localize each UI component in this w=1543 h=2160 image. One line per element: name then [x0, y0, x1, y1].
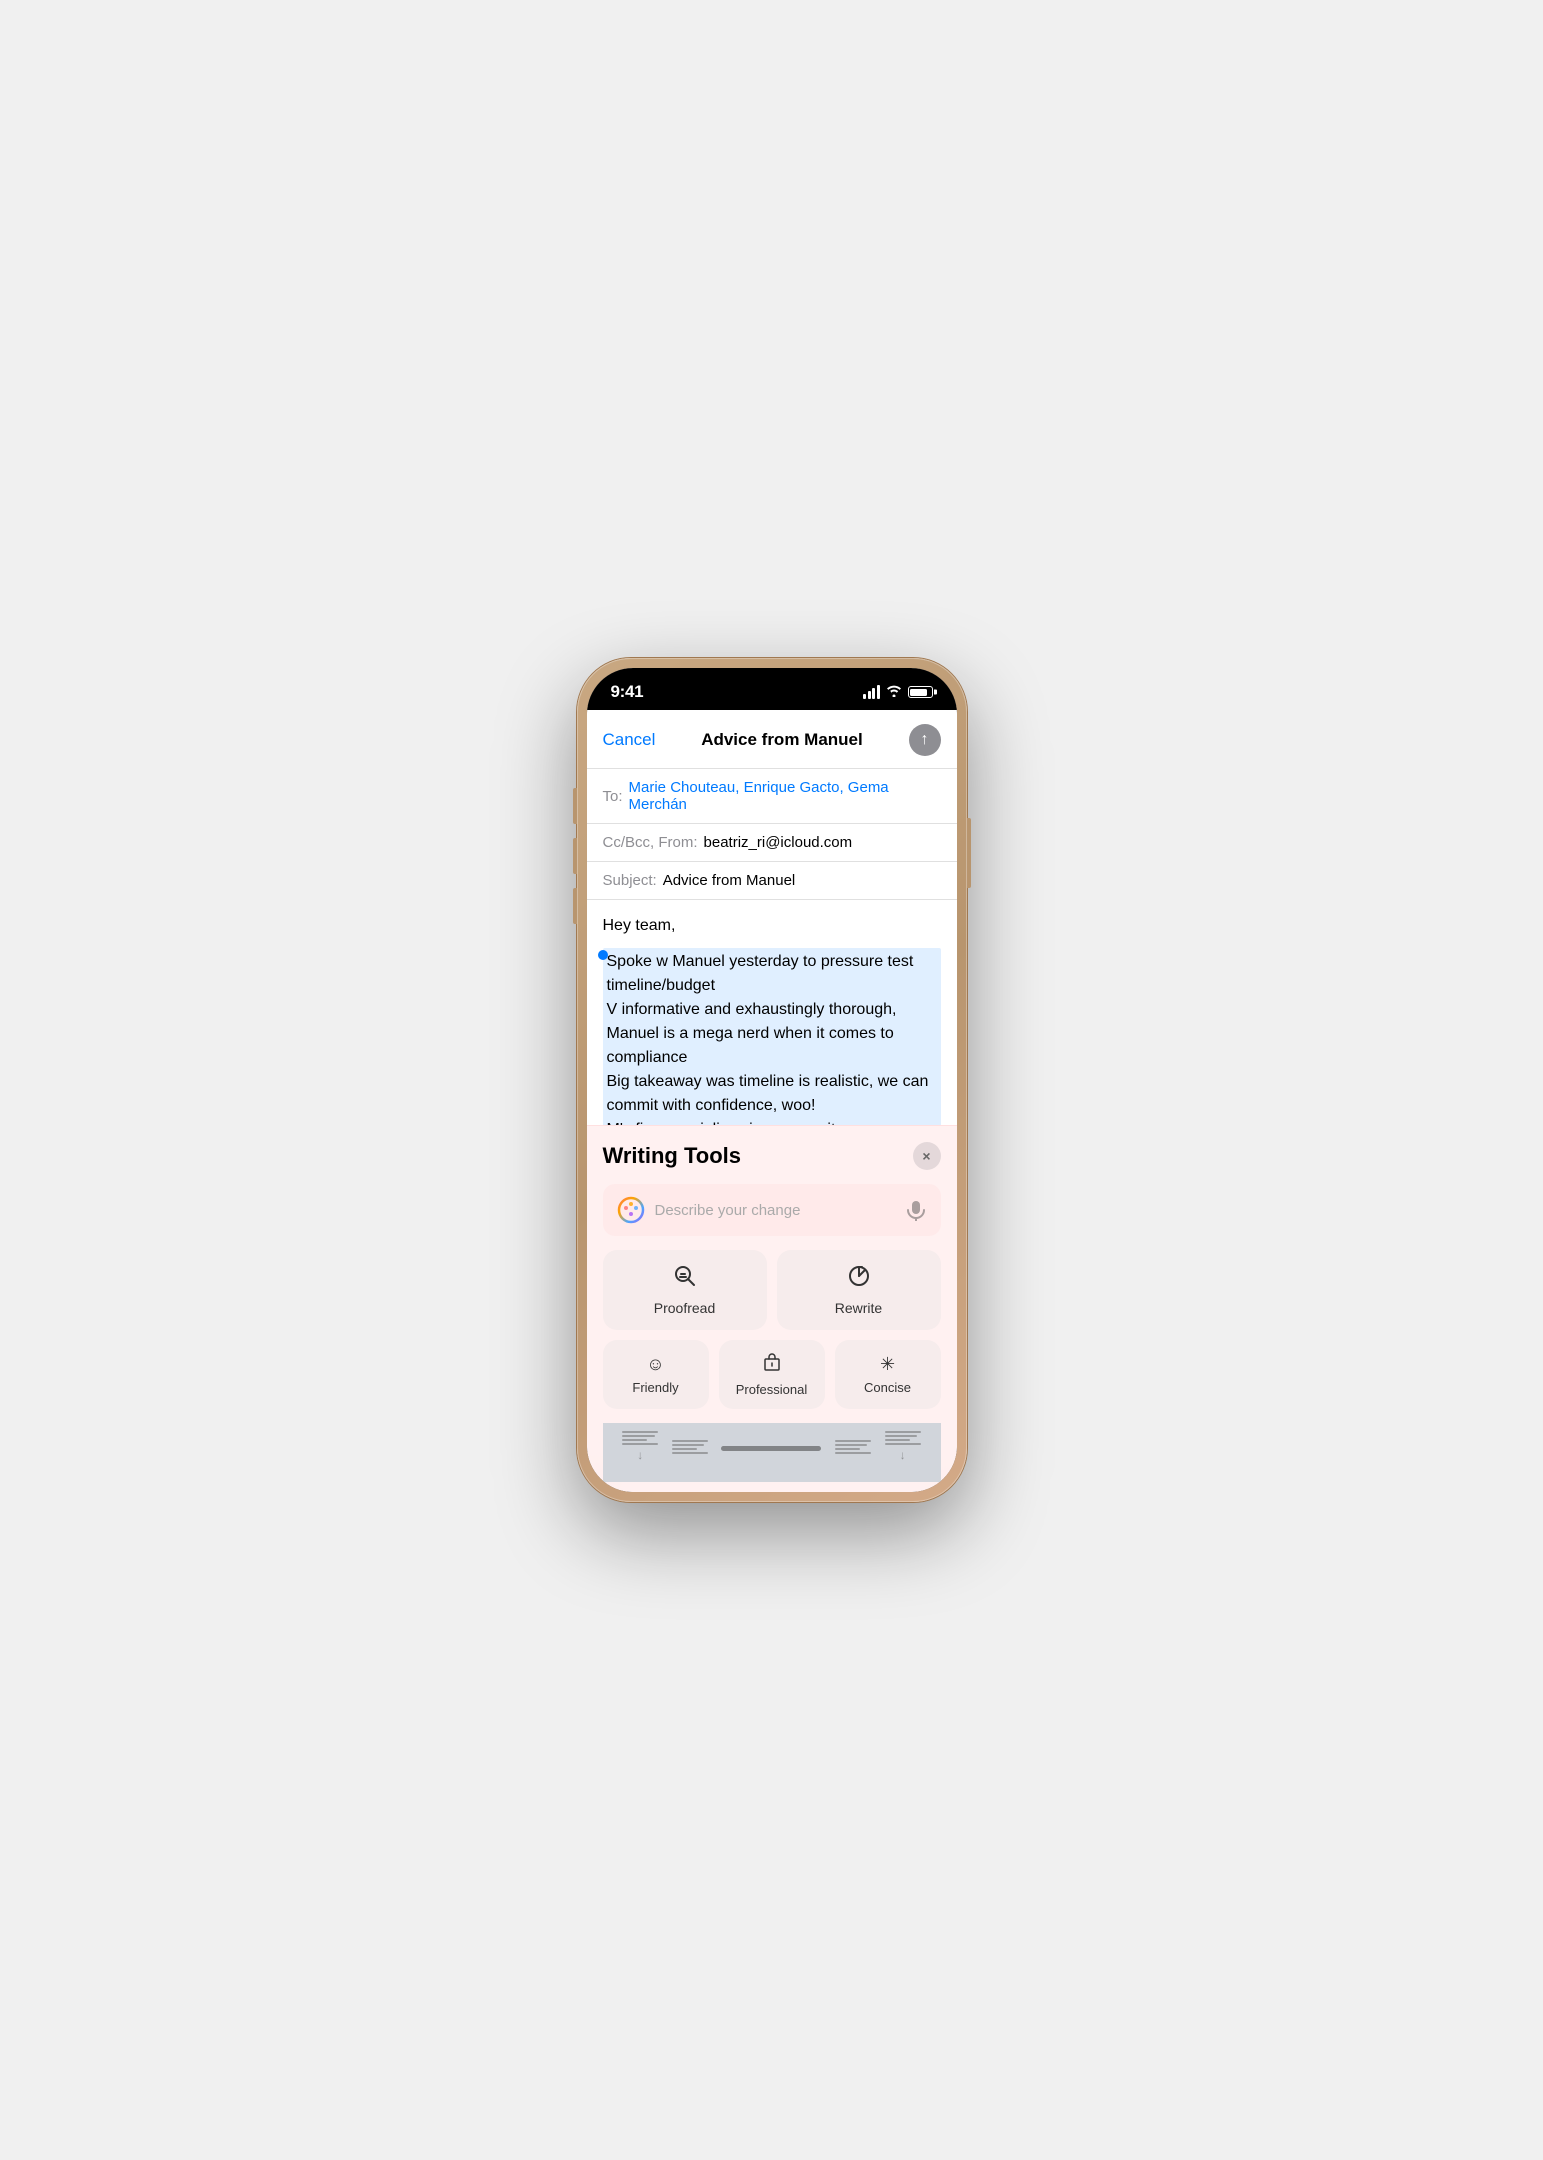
status-icons [863, 684, 933, 700]
kb-item-1[interactable]: ↓ [622, 1431, 658, 1462]
subject-value: Advice from Manuel [663, 872, 796, 889]
proofread-label: Proofread [654, 1300, 715, 1316]
apple-intelligence-icon [617, 1196, 645, 1224]
concise-label: Concise [864, 1380, 911, 1395]
friendly-icon: ☺ [646, 1354, 664, 1375]
proofread-icon [673, 1264, 697, 1294]
phone-inner: 9:41 [587, 668, 957, 1492]
text-cursor [598, 950, 608, 960]
selected-text-block[interactable]: Spoke w Manuel yesterday to pressure tes… [603, 948, 941, 1125]
kb-item-3[interactable] [835, 1440, 871, 1454]
selected-text-content: Spoke w Manuel yesterday to pressure tes… [607, 950, 937, 1125]
cc-label: Cc/Bcc, From: [603, 834, 698, 851]
compose-title: Advice from Manuel [701, 730, 863, 750]
kb-item-4[interactable]: ↓ [885, 1431, 921, 1462]
to-field[interactable]: To: Marie Chouteau, Enrique Gacto, Gema … [587, 769, 957, 824]
professional-icon [762, 1352, 782, 1377]
battery-icon [908, 686, 933, 698]
concise-icon: ✳ [880, 1354, 895, 1375]
compose-header: Cancel Advice from Manuel ↑ [587, 710, 957, 769]
wifi-icon [886, 684, 902, 700]
signal-icon [863, 685, 880, 699]
home-bar-container [721, 1438, 821, 1455]
status-time: 9:41 [611, 682, 644, 702]
rewrite-icon [847, 1264, 871, 1294]
wt-main-buttons: Proofread Rewrite [603, 1250, 941, 1330]
professional-button[interactable]: Professional [719, 1340, 825, 1409]
home-bar [721, 1446, 821, 1451]
concise-button[interactable]: ✳ Concise [835, 1340, 941, 1409]
wt-input-placeholder: Describe your change [655, 1202, 905, 1219]
proofread-button[interactable]: Proofread [603, 1250, 767, 1330]
email-greeting: Hey team, [603, 914, 941, 938]
send-button[interactable]: ↑ [909, 724, 941, 756]
subject-label: Subject: [603, 872, 657, 889]
wt-header: Writing Tools × [603, 1142, 941, 1170]
phone-screen: 9:41 [587, 668, 957, 1492]
kb-item-2[interactable] [672, 1440, 708, 1454]
mic-icon[interactable] [905, 1199, 927, 1221]
cancel-button[interactable]: Cancel [603, 730, 656, 750]
subject-field[interactable]: Subject: Advice from Manuel [587, 862, 957, 900]
wt-tone-buttons: ☺ Friendly Professional [603, 1340, 941, 1409]
email-body[interactable]: Hey team, Spoke w Manuel yesterday to pr… [587, 900, 957, 1125]
rewrite-button[interactable]: Rewrite [777, 1250, 941, 1330]
cc-field[interactable]: Cc/Bcc, From: beatriz_ri@icloud.com [587, 824, 957, 862]
to-label: To: [603, 788, 623, 805]
wt-title: Writing Tools [603, 1143, 742, 1169]
friendly-button[interactable]: ☺ Friendly [603, 1340, 709, 1409]
wt-close-button[interactable]: × [913, 1142, 941, 1170]
send-arrow-icon: ↑ [921, 731, 929, 749]
writing-tools-panel: Writing Tools × [587, 1125, 957, 1492]
rewrite-label: Rewrite [835, 1300, 882, 1316]
professional-label: Professional [736, 1382, 808, 1397]
close-icon: × [922, 1148, 930, 1164]
phone-device: 9:41 [577, 658, 967, 1502]
compose-area: Cancel Advice from Manuel ↑ To: Marie Ch… [587, 710, 957, 1125]
friendly-label: Friendly [632, 1380, 678, 1395]
cc-value: beatriz_ri@icloud.com [704, 834, 853, 851]
wt-describe-input[interactable]: Describe your change [603, 1184, 941, 1236]
status-bar: 9:41 [587, 668, 957, 710]
to-value: Marie Chouteau, Enrique Gacto, Gema Merc… [629, 779, 941, 813]
keyboard-hint-bar: ↓ [603, 1423, 941, 1482]
